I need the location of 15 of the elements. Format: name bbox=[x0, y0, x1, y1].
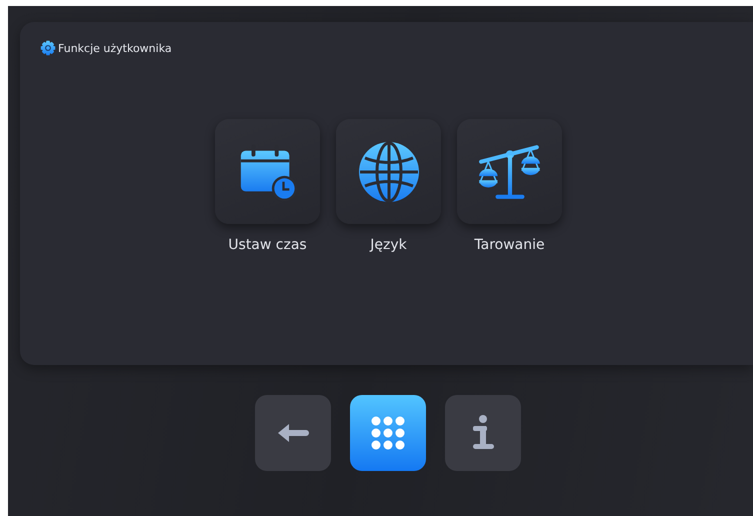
info-icon bbox=[471, 415, 495, 451]
arrow-left-icon bbox=[276, 422, 310, 444]
gear-icon bbox=[40, 40, 56, 56]
back-button[interactable] bbox=[255, 395, 331, 471]
globe-icon bbox=[356, 140, 420, 204]
function-label: Tarowanie bbox=[474, 237, 545, 253]
function-tile[interactable] bbox=[336, 119, 441, 224]
panel-title: Funkcje użytkownika bbox=[58, 42, 172, 54]
grid-icon bbox=[370, 415, 406, 451]
apps-button[interactable] bbox=[350, 395, 426, 471]
function-label: Ustaw czas bbox=[228, 237, 307, 253]
function-tile[interactable] bbox=[215, 119, 320, 224]
function-tile[interactable] bbox=[457, 119, 562, 224]
info-button[interactable] bbox=[445, 395, 521, 471]
function-label: Język bbox=[370, 237, 407, 253]
